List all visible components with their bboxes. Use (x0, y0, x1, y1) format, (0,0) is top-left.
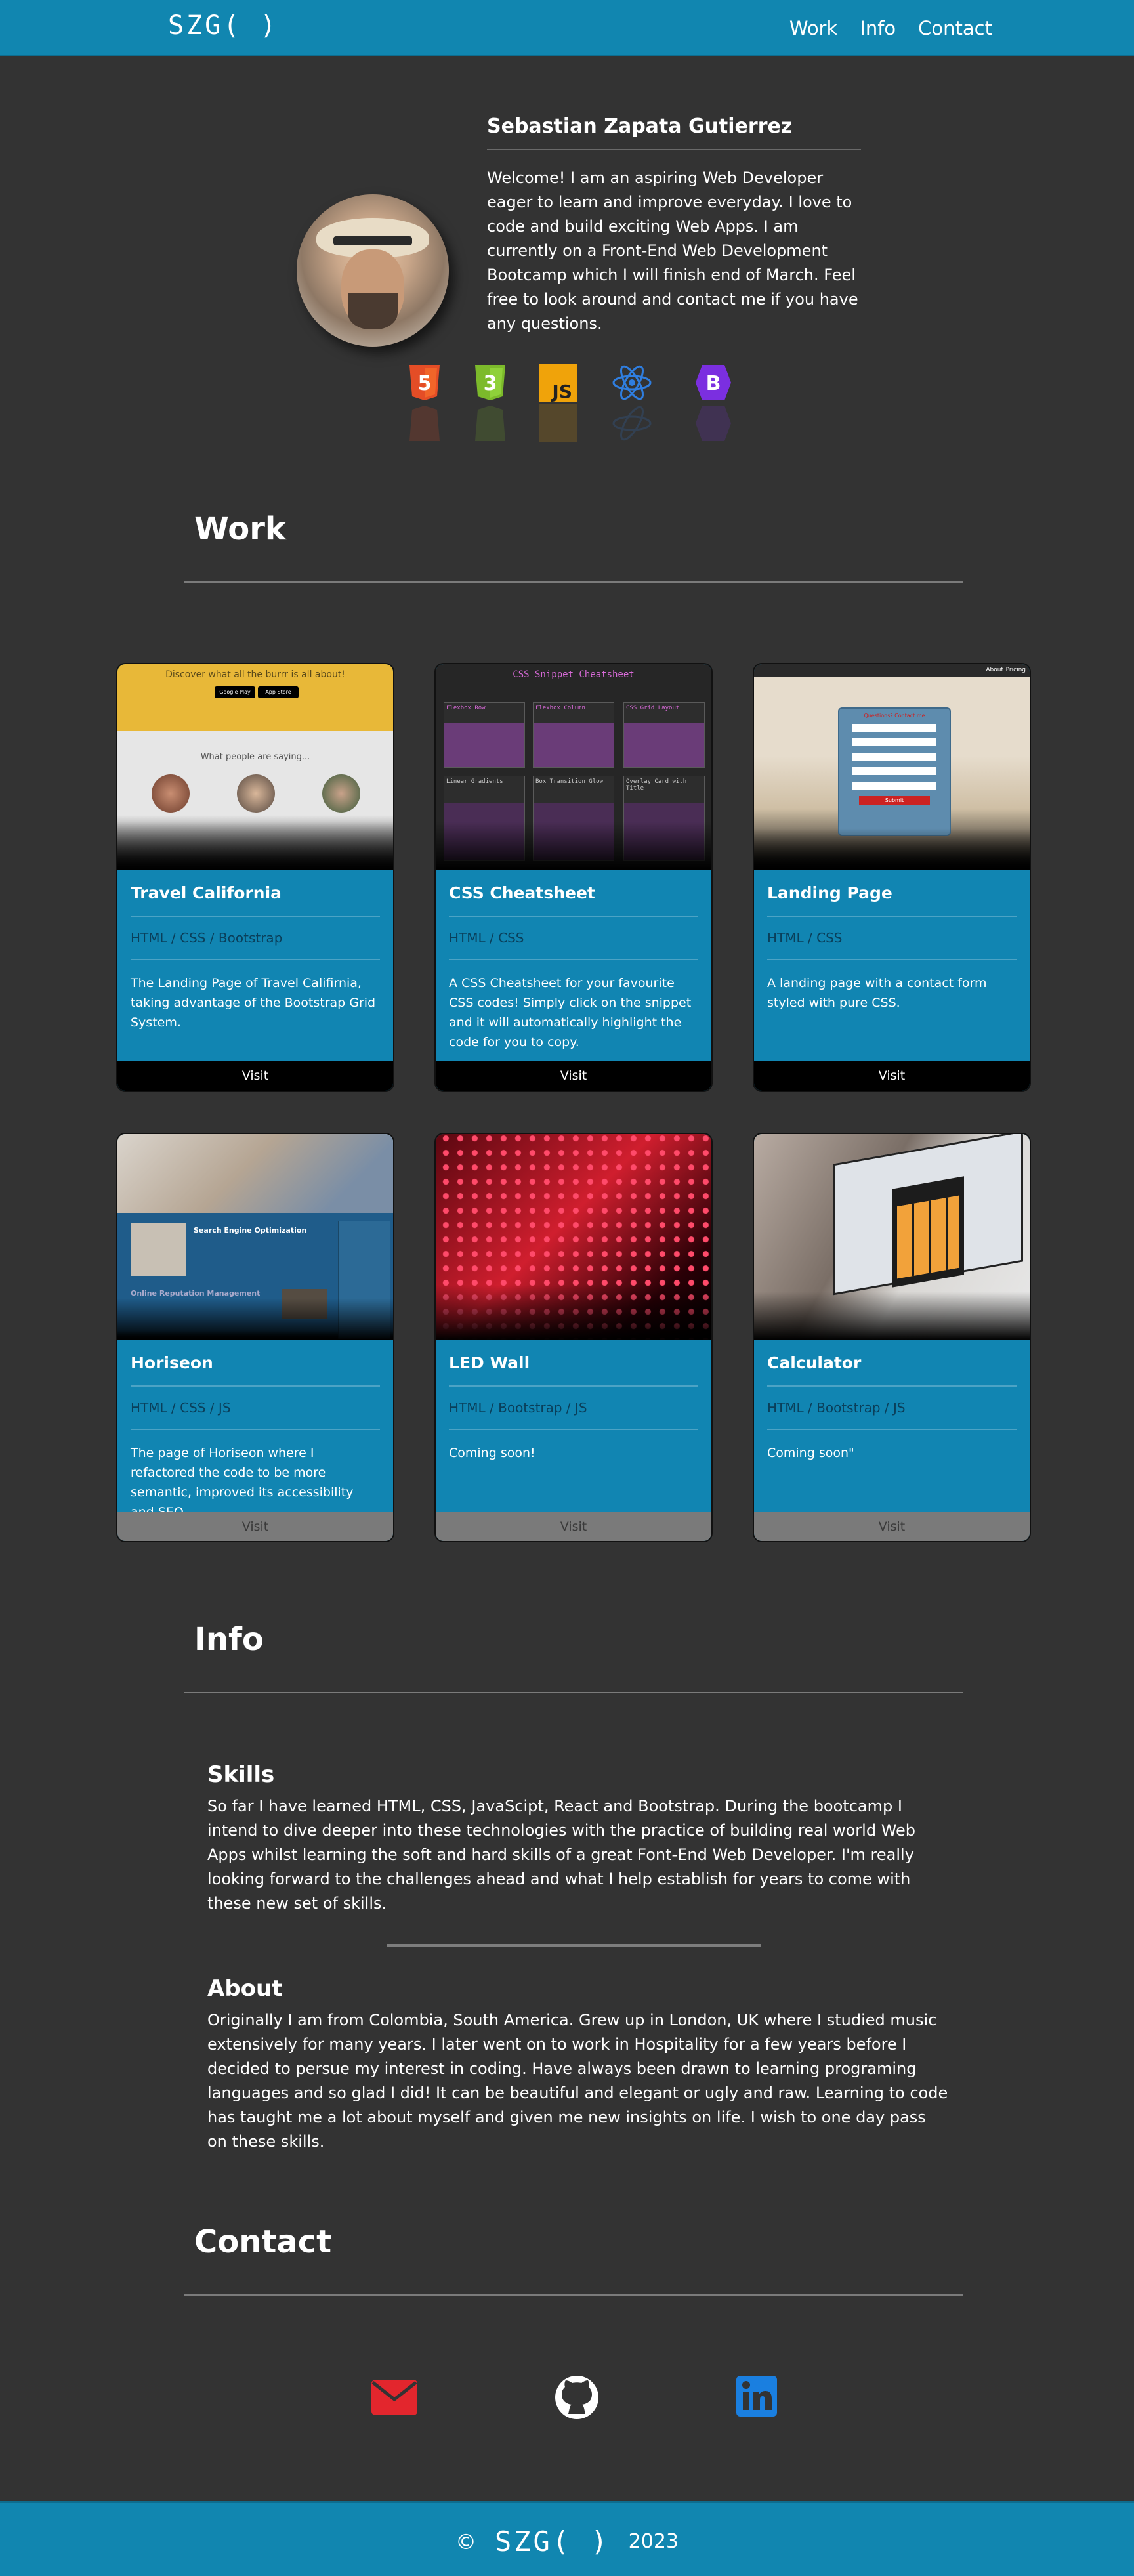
project-tech: HTML / CSS / JS (131, 1400, 231, 1416)
project-tech: HTML / Bootstrap / JS (449, 1400, 587, 1416)
github-icon[interactable] (554, 2375, 600, 2420)
project-thumbnail: About Pricing Questions? Contact me Subm… (754, 664, 1030, 870)
project-card-led-wall: LED Wall HTML / Bootstrap / JS Coming so… (434, 1133, 713, 1542)
project-description: The Landing Page of Travel Califirnia, t… (131, 976, 376, 1030)
project-tech: HTML / CSS (767, 930, 843, 946)
css3-icon-reflection (475, 406, 505, 441)
project-thumbnail: Search Engine Optimization Online Reputa… (117, 1134, 393, 1340)
about-title: About (207, 1975, 283, 2002)
visit-button[interactable]: Visit (754, 1061, 1030, 1091)
project-tech: HTML / Bootstrap / JS (767, 1400, 906, 1416)
visit-button[interactable]: Visit (436, 1061, 711, 1091)
svg-text:3: 3 (484, 372, 497, 395)
nav-link-contact[interactable]: Contact (918, 17, 992, 39)
project-thumbnail (754, 1134, 1030, 1340)
visit-button[interactable]: Visit (436, 1512, 711, 1541)
javascript-icon-reflection (539, 404, 578, 442)
visit-button[interactable]: Visit (117, 1061, 393, 1091)
project-title: Calculator (767, 1353, 862, 1372)
footer-year: 2023 (628, 2530, 679, 2553)
project-title: Landing Page (767, 883, 892, 902)
project-card-travel-california: Discover what all the burrr is all about… (116, 663, 394, 1092)
project-card-horiseon: Search Engine Optimization Online Reputa… (116, 1133, 394, 1542)
nav-link-work[interactable]: Work (789, 17, 837, 39)
project-title: Horiseon (131, 1353, 213, 1372)
project-description: A landing page with a contact form style… (767, 976, 987, 1010)
svg-text:5: 5 (418, 372, 432, 395)
copyright-symbol: © (455, 2529, 476, 2554)
html5-icon-reflection (410, 406, 440, 441)
nav-link-info[interactable]: Info (860, 17, 896, 39)
bootstrap-icon: B (696, 365, 731, 400)
brand-logo[interactable]: SZG( ) (168, 11, 279, 41)
project-description: A CSS Cheatsheet for your favourite CSS … (449, 976, 692, 1049)
hero-divider (487, 149, 861, 150)
project-card-landing-page: About Pricing Questions? Contact me Subm… (753, 663, 1031, 1092)
info-section-title: Info (194, 1621, 264, 1658)
project-thumbnail: Discover what all the burrr is all about… (117, 664, 393, 870)
info-section-divider (184, 1692, 963, 1693)
css3-icon: 3 (475, 365, 505, 400)
project-description: The page of Horiseon where I refactored … (131, 1446, 354, 1519)
project-title: CSS Cheatsheet (449, 883, 595, 902)
project-thumbnail: CSS Snippet Cheatsheet Flexbox Row Flexb… (436, 664, 711, 870)
project-tech: HTML / CSS / Bootstrap (131, 930, 283, 946)
tech-icons-row: 5 3 JS B (0, 297, 1134, 448)
html5-icon: 5 (410, 365, 440, 400)
react-icon-reflection (612, 406, 652, 441)
skills-text: So far I have learned HTML, CSS, JavaSci… (207, 1797, 916, 1912)
navbar: SZG( ) Work Info Contact (0, 0, 1134, 56)
about-text: Originally I am from Colombia, South Ame… (207, 2011, 948, 2151)
project-title: Travel California (131, 883, 282, 902)
footer-brand: SZG( ) (494, 2525, 610, 2558)
work-section-title: Work (194, 511, 286, 547)
contact-section-title: Contact (194, 2224, 332, 2260)
svg-text:B: B (706, 372, 721, 395)
bootstrap-icon-reflection (696, 406, 731, 441)
visit-button[interactable]: Visit (754, 1512, 1030, 1541)
work-section-divider (184, 581, 963, 583)
javascript-icon: JS (539, 364, 578, 402)
hero-name: Sebastian Zapata Gutierrez (487, 115, 793, 138)
project-thumbnail (436, 1134, 711, 1340)
email-icon[interactable] (370, 2377, 419, 2418)
skills-title: Skills (207, 1762, 275, 1788)
footer: © SZG( ) 2023 (0, 2501, 1134, 2576)
project-card-css-cheatsheet: CSS Snippet Cheatsheet Flexbox Row Flexb… (434, 663, 713, 1092)
project-tech: HTML / CSS (449, 930, 524, 946)
linkedin-icon[interactable] (735, 2375, 778, 2418)
nav-links: Work Info Contact (789, 17, 992, 39)
visit-button[interactable]: Visit (117, 1512, 393, 1541)
project-description: Coming soon! (449, 1446, 536, 1460)
project-card-calculator: Calculator HTML / Bootstrap / JS Coming … (753, 1133, 1031, 1542)
project-description: Coming soon" (767, 1446, 854, 1460)
contact-section-divider (184, 2294, 963, 2296)
svg-text:JS: JS (551, 381, 572, 402)
react-icon (612, 365, 652, 400)
project-title: LED Wall (449, 1353, 530, 1372)
info-divider (387, 1944, 761, 1947)
